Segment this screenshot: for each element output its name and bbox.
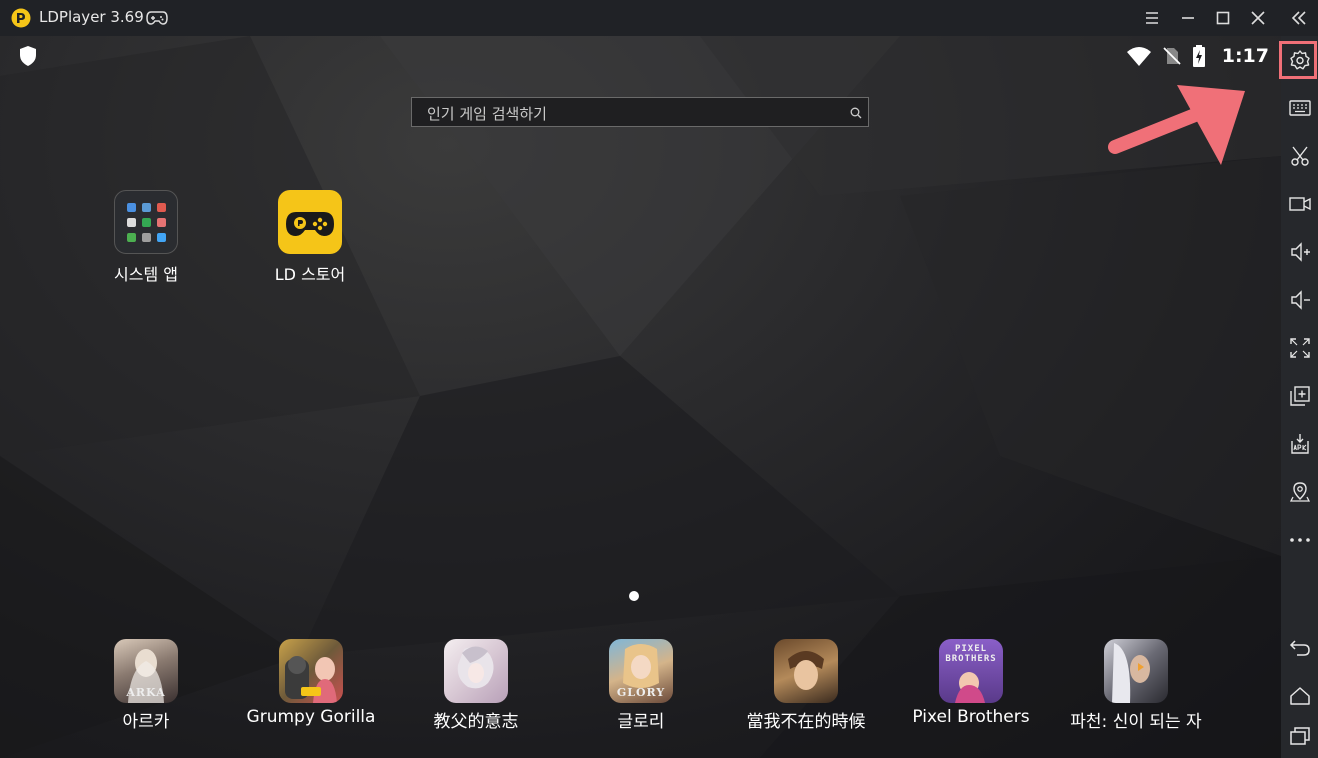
clock: 1:17	[1221, 45, 1269, 67]
home-icon	[1289, 687, 1310, 705]
no-sim-icon	[1163, 47, 1181, 65]
dock-app-grumpy-gorilla[interactable]: Grumpy Gorilla	[231, 639, 391, 727]
home-button[interactable]	[1281, 676, 1318, 716]
screenshot-button[interactable]	[1281, 136, 1318, 176]
location-button[interactable]	[1281, 472, 1318, 512]
video-record-icon	[1288, 197, 1311, 211]
back-button[interactable]	[1281, 628, 1318, 668]
dock-app-pacheon[interactable]: 파천: 신이 되는 자	[1056, 639, 1216, 732]
app-label: 파천: 신이 되는 자	[1070, 712, 1202, 732]
pixel-brothers-icon: PIXEL BROTHERS	[939, 639, 1003, 703]
pixel-brothers-art-text: PIXEL BROTHERS	[945, 644, 997, 664]
ldplayer-logo-icon	[11, 8, 31, 28]
menu-button[interactable]	[1140, 6, 1164, 30]
record-button[interactable]	[1281, 184, 1318, 224]
location-icon	[1289, 482, 1310, 502]
ld-store-icon	[278, 190, 342, 254]
dock-app-arka[interactable]: ARKA 아르카	[66, 639, 226, 732]
volume-up-button[interactable]	[1281, 232, 1318, 272]
window-title: LDPlayer 3.69	[39, 8, 144, 26]
app-label: 教父的意志	[433, 712, 519, 732]
godfather-will-icon	[444, 639, 508, 703]
arka-art-text: ARKA	[126, 686, 166, 699]
close-button[interactable]	[1246, 6, 1270, 30]
wifi-icon	[1126, 47, 1151, 66]
close-icon	[1251, 11, 1265, 25]
volume-down-icon	[1290, 290, 1310, 310]
app-label: Pixel Brothers	[912, 707, 1030, 727]
android-screen[interactable]: 1:17 인기 게임 검색하기 시스템 앱 LD 스토어 ARKA 아르카 Gr…	[0, 36, 1281, 758]
system-apps-folder-icon	[114, 190, 178, 254]
recents-icon	[1289, 727, 1310, 745]
glory-art-text: GLORY	[616, 686, 666, 699]
pacheon-icon	[1104, 639, 1168, 703]
back-icon	[1289, 640, 1310, 656]
settings-highlight-box	[1279, 41, 1317, 79]
app-label: 글로리	[617, 712, 665, 732]
app-label: Grumpy Gorilla	[246, 707, 376, 727]
dock-app-glory[interactable]: GLORY 글로리	[561, 639, 721, 732]
search-placeholder: 인기 게임 검색하기	[427, 105, 547, 123]
app-label: 아르카	[122, 712, 170, 732]
status-bar: 1:17	[1126, 43, 1269, 69]
volume-up-icon	[1290, 242, 1310, 262]
title-bar: LDPlayer 3.69	[0, 0, 1318, 36]
apk-install-icon	[1290, 434, 1309, 454]
minimize-icon	[1182, 17, 1194, 19]
annotation-arrow	[1108, 85, 1245, 165]
app-label: 當我不在的時候	[746, 712, 866, 732]
double-chevron-left-icon	[1291, 11, 1306, 25]
menu-icon	[1146, 12, 1158, 24]
multi-instance-icon	[1289, 386, 1310, 406]
battery-charging-icon	[1192, 45, 1205, 67]
search-icon[interactable]	[850, 107, 862, 119]
search-bar[interactable]: 인기 게임 검색하기	[411, 97, 869, 127]
volume-down-button[interactable]	[1281, 280, 1318, 320]
app-system-apps[interactable]: 시스템 앱	[86, 190, 206, 285]
glory-icon: GLORY	[609, 639, 673, 703]
keyboard-button[interactable]	[1281, 88, 1318, 128]
collapse-sidebar-button[interactable]	[1287, 6, 1311, 30]
minimize-button[interactable]	[1176, 6, 1200, 30]
maximize-icon	[1216, 11, 1230, 25]
page-indicator	[629, 591, 639, 601]
right-toolbar	[1281, 36, 1318, 758]
keyboard-icon	[1288, 100, 1311, 116]
app-label: LD 스토어	[274, 265, 346, 284]
apk-install-button[interactable]	[1281, 424, 1318, 464]
grumpy-gorilla-icon	[279, 639, 343, 703]
scissors-icon	[1290, 146, 1309, 166]
dock-app-godfather[interactable]: 教父的意志	[396, 639, 556, 732]
gamepad-icon[interactable]	[146, 10, 168, 26]
app-label: 시스템 앱	[114, 265, 178, 284]
fullscreen-button[interactable]	[1281, 328, 1318, 368]
shield-icon	[20, 46, 36, 66]
more-icon	[1289, 538, 1310, 542]
when-im-not-here-icon	[774, 639, 838, 703]
fullscreen-icon	[1289, 338, 1310, 358]
maximize-button[interactable]	[1211, 6, 1235, 30]
multi-instance-button[interactable]	[1281, 376, 1318, 416]
dock-app-pixel-brothers[interactable]: PIXEL BROTHERS Pixel Brothers	[891, 639, 1051, 727]
dock-app-when-im-not-here[interactable]: 當我不在的時候	[726, 639, 886, 732]
app-ld-store[interactable]: LD 스토어	[250, 190, 370, 285]
arka-icon: ARKA	[114, 639, 178, 703]
recents-button[interactable]	[1281, 716, 1318, 756]
more-button[interactable]	[1281, 520, 1318, 560]
